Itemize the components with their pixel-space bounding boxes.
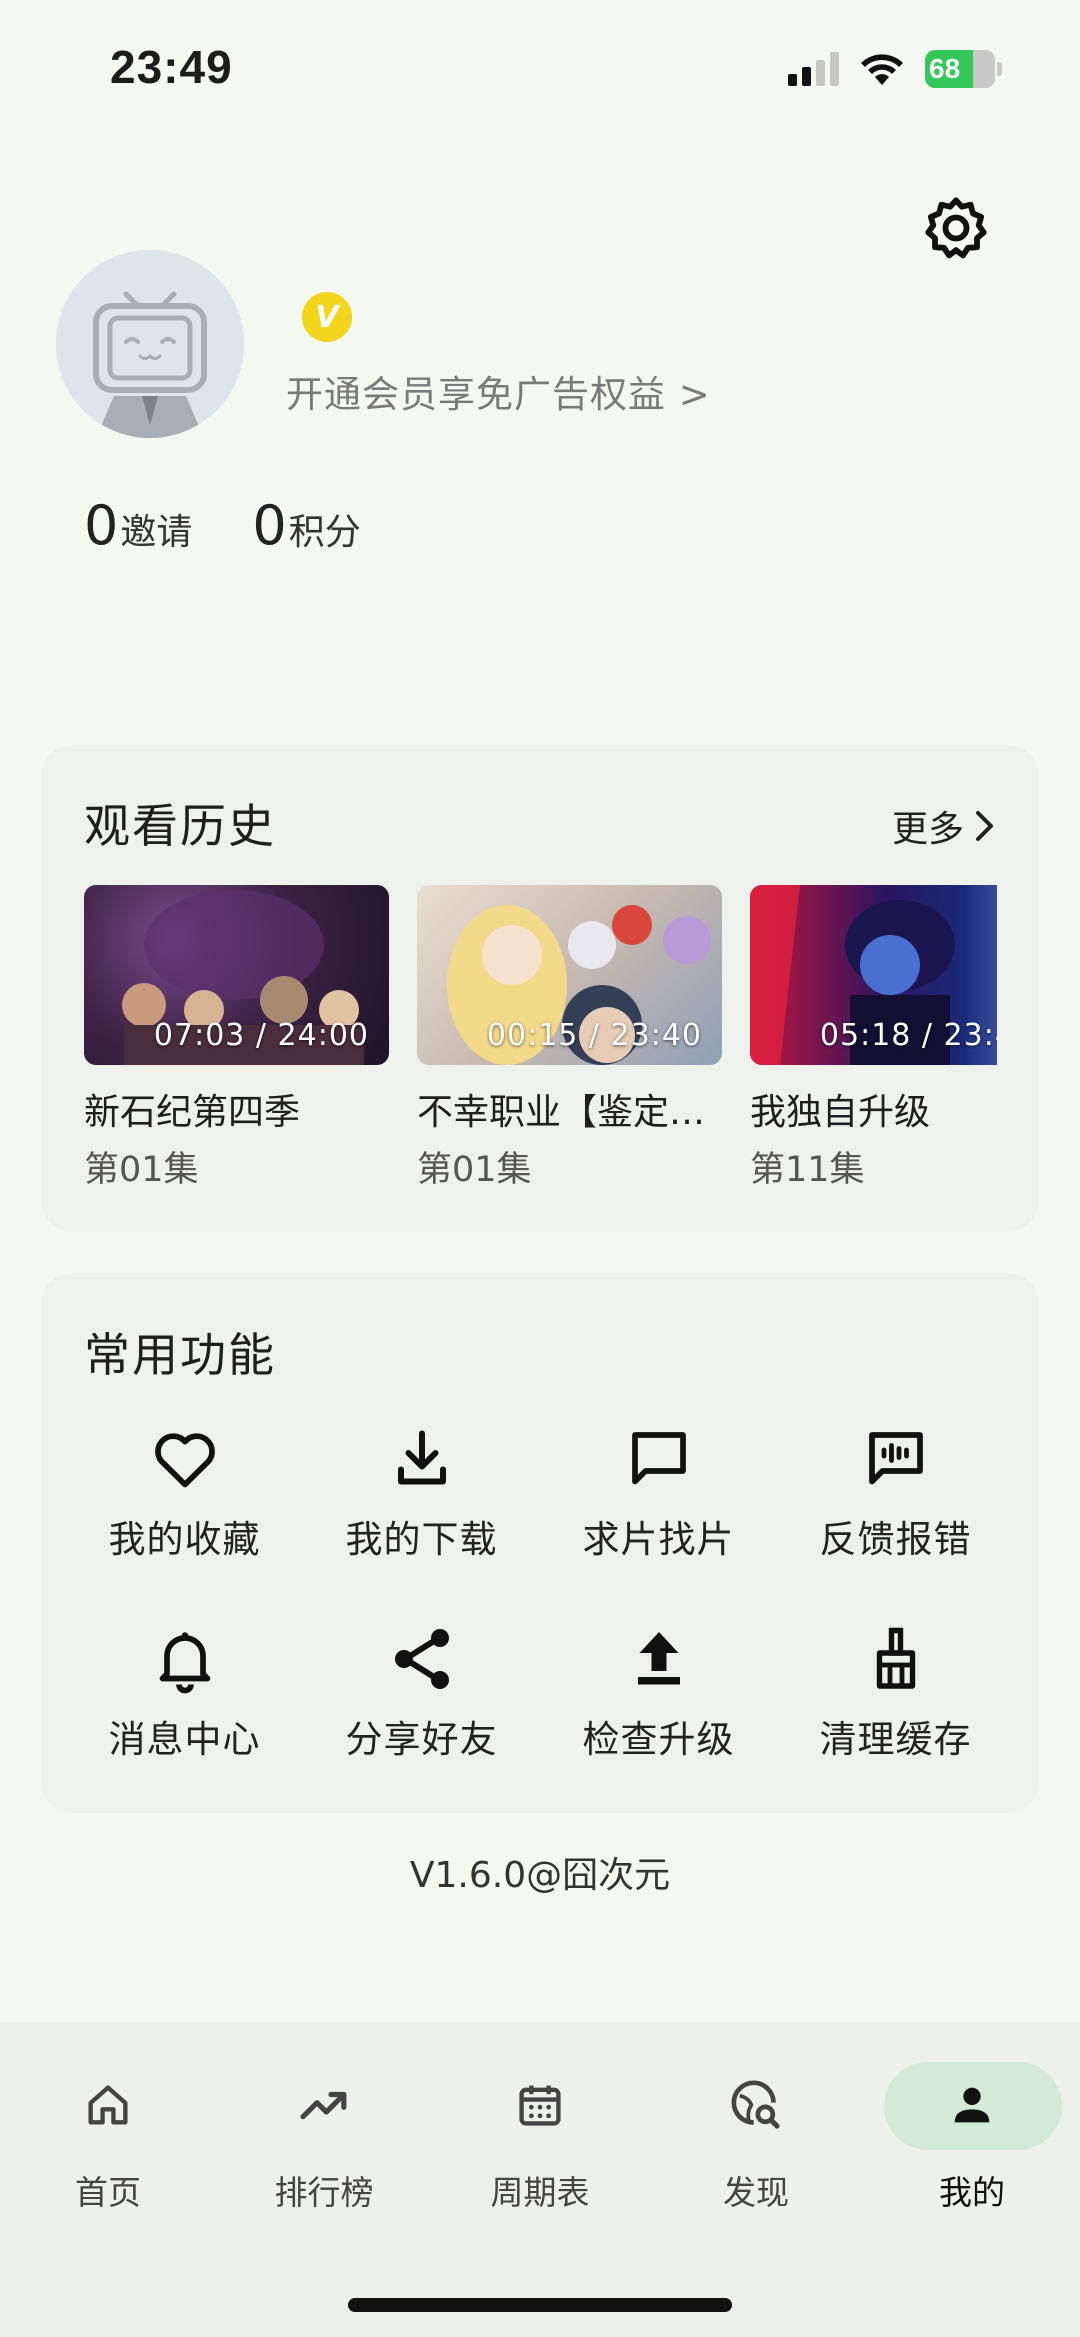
calendar-icon <box>519 2085 561 2126</box>
watch-history-title: 观看历史 <box>84 799 276 853</box>
progress-time: 07:03 / 24:00 <box>153 1018 369 1053</box>
common-functions-card: 常用功能 我的收藏 我的下载 求片找片 反馈报错 消息中心 分享好友 检查升级 <box>42 1273 1038 1813</box>
tab-schedule-label: 周期表 <box>490 2173 590 2212</box>
signal-icon <box>788 52 839 86</box>
tab-mine[interactable]: 我的 <box>864 2062 1080 2214</box>
clear-cache-button[interactable]: 清理缓存 <box>777 1623 1014 1763</box>
feedback-label: 反馈报错 <box>819 1518 972 1561</box>
tab-home-label: 首页 <box>75 2173 141 2212</box>
more-button[interactable]: 更多 <box>892 800 996 852</box>
favorites-button[interactable]: 我的收藏 <box>66 1423 303 1563</box>
messages-button[interactable]: 消息中心 <box>66 1623 303 1763</box>
feedback-button[interactable]: 反馈报错 <box>777 1423 1014 1563</box>
avatar[interactable] <box>56 250 244 438</box>
favorites-label: 我的收藏 <box>108 1518 261 1561</box>
explore-icon <box>731 2080 780 2129</box>
tab-discover-label: 发现 <box>723 2173 789 2212</box>
broom-icon <box>876 1627 915 1689</box>
share-button[interactable]: 分享好友 <box>303 1623 540 1763</box>
home-icon <box>88 2085 128 2125</box>
watch-history-card: 观看历史 更多 07:03 / 24:00 新石纪第四季 第01集 00:15 … <box>42 745 1038 1232</box>
download-icon <box>397 1430 446 1485</box>
history-item-title: 我独自升级 <box>750 1092 931 1133</box>
check-update-label: 检查升级 <box>582 1718 735 1761</box>
status-bar: 23:49 68 <box>0 0 1080 130</box>
stat-invites[interactable]: 0 邀请 <box>84 494 192 557</box>
wifi-icon <box>861 54 903 85</box>
person-icon <box>954 2087 990 2123</box>
upload-icon <box>637 1632 680 1685</box>
history-item-episode: 第01集 <box>84 1150 199 1190</box>
stat-invites-value: 0 <box>84 494 119 557</box>
history-list: 07:03 / 24:00 新石纪第四季 第01集 00:15 / 23:40 … <box>84 885 997 1205</box>
battery-icon: 68 <box>925 50 1002 88</box>
messages-label: 消息中心 <box>108 1718 261 1761</box>
tab-ranking-label: 排行榜 <box>274 2173 374 2212</box>
bell-icon <box>159 1632 210 1694</box>
progress-time: 05:18 / 23:40 <box>819 1018 997 1053</box>
chat-icon <box>631 1432 686 1485</box>
tab-ranking[interactable]: 排行榜 <box>216 2062 432 2214</box>
heart-icon <box>154 1433 215 1488</box>
settings-button[interactable] <box>918 190 994 266</box>
tv-mascot-icon <box>56 250 244 438</box>
battery-level: 68 <box>929 53 961 84</box>
home-indicator[interactable] <box>348 2298 732 2312</box>
tab-home[interactable]: 首页 <box>0 2062 216 2214</box>
history-item[interactable]: 05:18 / 23:40 我独自升级 第11集 <box>750 885 997 1192</box>
video-thumbnail: 00:15 / 23:40 <box>417 885 722 1065</box>
gear-icon <box>925 197 987 259</box>
video-thumbnail: 07:03 / 24:00 <box>84 885 389 1065</box>
history-item[interactable]: 07:03 / 24:00 新石纪第四季 第01集 <box>84 885 389 1192</box>
history-item[interactable]: 00:15 / 23:40 不幸职业【鉴定士】其实最强 第01集 <box>417 885 722 1192</box>
request-video-button[interactable]: 求片找片 <box>540 1423 777 1563</box>
share-label: 分享好友 <box>345 1718 498 1761</box>
feedback-icon <box>868 1432 923 1485</box>
vip-upgrade-link[interactable]: 开通会员享免广告权益 > <box>286 364 711 418</box>
bottom-nav: 首页 排行榜 周期表 发现 我的 <box>0 2022 1080 2337</box>
request-video-label: 求片找片 <box>582 1518 735 1561</box>
status-icons: 68 <box>788 50 1002 88</box>
clear-cache-label: 清理缓存 <box>819 1718 972 1761</box>
tab-mine-label: 我的 <box>939 2173 1005 2212</box>
stat-points-value: 0 <box>252 494 287 557</box>
check-update-button[interactable]: 检查升级 <box>540 1623 777 1763</box>
more-label: 更多 <box>891 809 964 850</box>
trending-icon <box>300 2091 347 2120</box>
version-text: V1.6.0@囧次元 <box>409 1855 671 1896</box>
downloads-button[interactable]: 我的下载 <box>303 1423 540 1563</box>
video-thumbnail: 05:18 / 23:40 <box>750 885 997 1065</box>
tab-discover[interactable]: 发现 <box>648 2062 864 2214</box>
chevron-right-icon <box>976 811 993 841</box>
stat-points[interactable]: 0 积分 <box>252 494 360 557</box>
vip-badge: V <box>302 292 352 342</box>
stat-points-label: 积分 <box>288 512 361 553</box>
common-functions-title: 常用功能 <box>84 1328 276 1382</box>
downloads-label: 我的下载 <box>345 1518 498 1561</box>
tab-schedule[interactable]: 周期表 <box>432 2062 648 2214</box>
history-item-episode: 第11集 <box>750 1150 865 1190</box>
history-item-title: 不幸职业【鉴定士】其实最强 <box>417 1092 707 1133</box>
progress-time: 00:15 / 23:40 <box>486 1018 702 1053</box>
share-icon <box>394 1629 449 1689</box>
profile-stats: 0 邀请 0 积分 <box>84 494 361 557</box>
status-time: 23:49 <box>110 41 233 93</box>
stat-invites-label: 邀请 <box>120 512 193 553</box>
history-item-episode: 第01集 <box>417 1150 532 1190</box>
history-item-title: 新石纪第四季 <box>84 1092 301 1133</box>
